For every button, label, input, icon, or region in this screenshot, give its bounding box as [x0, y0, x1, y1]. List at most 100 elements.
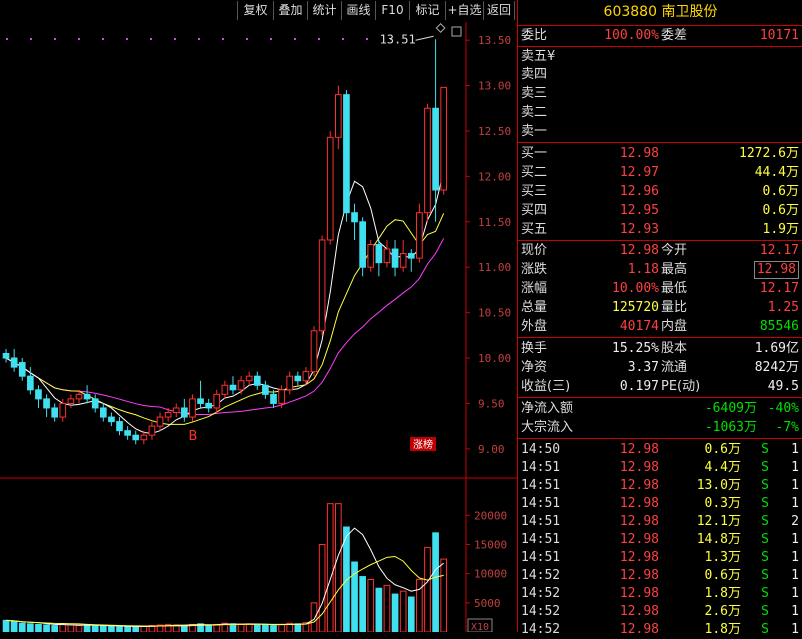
candle-body [318, 239, 326, 332]
candle-body [108, 416, 115, 423]
tick-price: 12.98 [619, 586, 659, 601]
volume-bar [116, 626, 123, 633]
candle-body [132, 434, 140, 441]
volume-tick-label: 20000 [474, 509, 507, 522]
candle-body [51, 407, 59, 418]
bid-label: 买三 [521, 184, 548, 199]
mark-button[interactable]: 标记 [409, 1, 445, 20]
top-dot-marker [102, 38, 104, 40]
tick-side: S [761, 550, 769, 565]
top-dot-marker [174, 38, 176, 40]
price-tick-label: 13.00 [478, 80, 511, 93]
volume-bar [213, 623, 221, 633]
volume-bar [343, 526, 350, 633]
volume-bar [318, 544, 326, 633]
tick-price: 12.98 [619, 460, 659, 475]
tick-row: 14:51 12.98 14.8万 S 1 [518, 531, 802, 549]
volume-bar [237, 623, 245, 633]
bid-row: 买四 12.95 0.6万 [518, 202, 802, 220]
tick-volume: 13.0万 [696, 478, 741, 493]
tick-volume: 0.3万 [704, 496, 741, 511]
fund-row: 换手 15.25% 股本 1.69亿 [518, 340, 802, 358]
volume-bar [2, 619, 10, 633]
quote-label: 最高 [661, 262, 688, 277]
max-price-arrow [415, 35, 434, 41]
volume-bar [310, 602, 318, 633]
quote-row: 涨幅 10.00% 最低 12.17 [518, 280, 802, 298]
tick-price: 12.98 [619, 568, 659, 583]
chart-toolbar: 复权 叠加 统计 画线 F10 标记 +自选 返回 [0, 0, 515, 22]
fund-row: 净资 3.37 流通 8242万 [518, 359, 802, 377]
candle-body [140, 434, 148, 441]
candle-body [27, 375, 34, 391]
candle-body [383, 248, 391, 264]
candle-body [164, 412, 172, 418]
volume-bar [270, 625, 277, 633]
draw-line-button[interactable]: 画线 [341, 1, 375, 20]
quote-label: 最低 [661, 281, 688, 296]
tick-time: 14:52 [521, 604, 561, 619]
volume-bar [375, 587, 383, 633]
kline-svg[interactable]: 13.50 13.00 12.50 12.00 11.50 11.00 10.50 10.00… [0, 22, 517, 633]
top-dot-marker [222, 38, 224, 40]
stock-code: 603880 [603, 4, 657, 20]
limit-up-badge: 涨榜 [413, 438, 433, 451]
volume-bar [35, 623, 42, 633]
volume-bar [181, 625, 188, 633]
top-dot-marker [6, 38, 8, 40]
bid-row: 买五 12.93 1.9万 [518, 221, 802, 239]
bid-price: 12.96 [619, 184, 659, 199]
volume-bar [132, 626, 140, 633]
statistics-button[interactable]: 统计 [307, 1, 341, 20]
tick-count: 1 [791, 586, 799, 601]
fund-label: 股本 [661, 341, 688, 356]
volume-tick-label: 10000 [474, 568, 507, 581]
candle-body [399, 253, 407, 268]
bid-volume: 1272.6万 [739, 146, 799, 161]
restore-rights-button[interactable]: 复权 [237, 1, 273, 20]
kline-chart[interactable]: 13.50 13.00 12.50 12.00 11.50 11.00 10.50 10.00… [0, 22, 517, 633]
f10-button[interactable]: F10 [375, 1, 409, 20]
price-tick-label: 10.50 [478, 307, 511, 320]
price-tick-label: 11.00 [478, 261, 511, 274]
tick-price: 12.98 [619, 496, 659, 511]
candle-body [189, 398, 196, 418]
tick-count: 1 [791, 568, 799, 583]
wb-value: 100.00% [604, 28, 659, 43]
flow-percent: -7% [775, 420, 799, 435]
flow-row: 净流入额 -6409万 -40% [518, 400, 802, 418]
fund-label: 净资 [521, 360, 548, 375]
quote-value: 40174 [619, 319, 659, 334]
candle-body [407, 253, 415, 259]
quote-row: 涨跌 1.18 最高 12.98 [518, 261, 802, 279]
volume-bar [75, 625, 83, 633]
tick-volume: 12.1万 [696, 514, 741, 529]
tick-row: 14:51 12.98 13.0万 S 1 [518, 477, 802, 495]
quote-value: 12.17 [759, 281, 799, 296]
overlay-button[interactable]: 叠加 [273, 1, 307, 20]
tick-side: S [761, 442, 769, 457]
candle-body [262, 384, 269, 395]
volume-bar [334, 503, 342, 633]
tick-time: 14:52 [521, 586, 561, 601]
buy-marker-b: B [188, 429, 197, 444]
tick-row: 14:52 12.98 1.8万 S 1 [518, 621, 802, 639]
back-button[interactable]: 返回 [483, 1, 515, 20]
tick-count: 1 [791, 460, 799, 475]
tick-volume: 1.8万 [704, 622, 741, 637]
tick-count: 1 [791, 532, 799, 547]
ask-label: 卖三 [521, 86, 548, 101]
candle-body [270, 393, 277, 404]
volume-bar [18, 622, 26, 633]
ask-label: 卖二 [521, 105, 548, 120]
add-watchlist-button[interactable]: +自选 [445, 1, 483, 20]
volume-bar [83, 624, 91, 633]
tick-volume: 0.6万 [704, 568, 741, 583]
tick-count: 1 [791, 478, 799, 493]
volume-bar [407, 596, 415, 633]
tick-row: 14:51 12.98 1.3万 S 1 [518, 549, 802, 567]
candle-body [229, 384, 237, 391]
max-price-label: 13.51 [380, 32, 416, 46]
window-icon [451, 26, 462, 37]
stock-title: 603880 南卫股份 [518, 0, 802, 24]
